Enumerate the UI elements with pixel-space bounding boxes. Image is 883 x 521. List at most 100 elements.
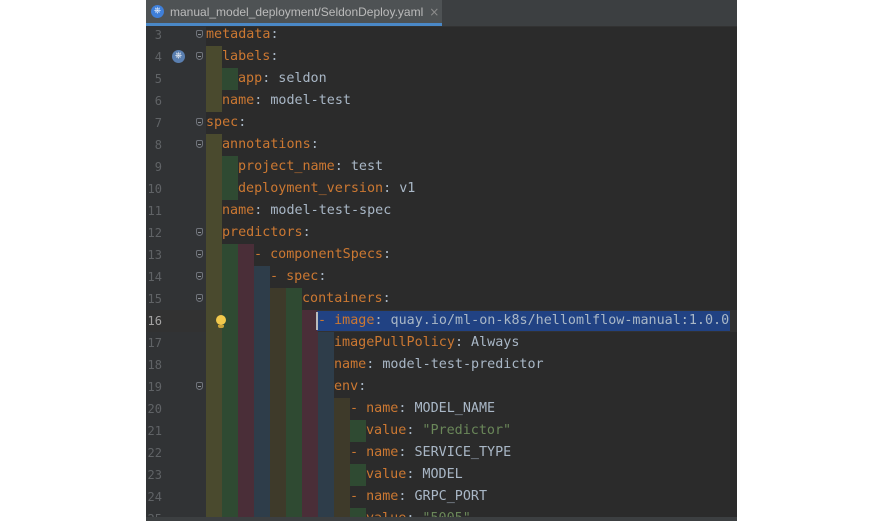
yaml-line-text: project_name: test [238, 156, 383, 178]
indent-guide [318, 376, 334, 398]
yaml-key: spec [206, 115, 239, 130]
code-line[interactable]: 15 containers: [146, 288, 737, 310]
yaml-line-text: predictors: [222, 222, 311, 244]
fold-icon[interactable] [196, 52, 203, 60]
yaml-line-text: metadata: [206, 24, 279, 46]
indent-guide [206, 156, 222, 178]
line-number: 17 [147, 336, 162, 350]
yaml-line-text: name: model-test-spec [222, 200, 391, 222]
indent-guide [270, 332, 286, 354]
indent-guide [302, 332, 318, 354]
yaml-colon: : [270, 49, 279, 64]
yaml-line-text: - spec: [270, 266, 326, 288]
indent-guide [206, 354, 222, 376]
yaml-colon: : [238, 115, 247, 130]
line-number: 3 [154, 28, 162, 42]
indent-guide [270, 354, 286, 376]
fold-icon[interactable] [196, 250, 203, 258]
yaml-key: name [366, 445, 399, 460]
code-line[interactable]: 12 predictors: [146, 222, 737, 244]
indent-guide [270, 310, 286, 332]
yaml-key: image [334, 313, 375, 328]
yaml-colon: : [374, 313, 383, 328]
line-number: 18 [147, 358, 162, 372]
code-line[interactable]: 21 value: "Predictor" [146, 420, 737, 442]
code-line[interactable]: 17 imagePullPolicy: Always [146, 332, 737, 354]
code-line[interactable]: 13 - componentSpecs: [146, 244, 737, 266]
code-line[interactable]: 10 deployment_version: v1 [146, 178, 737, 200]
line-number: 24 [147, 490, 162, 504]
code-line[interactable]: 8 annotations: [146, 134, 737, 156]
indent-guide [206, 90, 222, 112]
indent-guide [206, 68, 222, 90]
yaml-key: name [366, 401, 399, 416]
line-number: 14 [147, 270, 162, 284]
fold-icon[interactable] [196, 272, 203, 280]
indent-guide [350, 420, 366, 442]
yaml-line-text: - name: SERVICE_TYPE [350, 442, 511, 464]
indent-guide [238, 420, 254, 442]
indent-guide [254, 442, 270, 464]
yaml-colon: : [454, 335, 463, 350]
code-line[interactable]: 19 env: [146, 376, 737, 398]
code-line[interactable]: 18 name: model-test-predictor [146, 354, 737, 376]
indent-guide [238, 486, 254, 508]
yaml-colon: : [270, 27, 279, 42]
indent-guide [270, 464, 286, 486]
kubernetes-resource-icon[interactable]: ⎈ [172, 50, 185, 63]
editor-tab[interactable]: ⎈ manual_model_deployment/SeldonDeploy.y… [146, 0, 442, 26]
code-line[interactable]: 7 spec: [146, 112, 737, 134]
fold-icon[interactable] [196, 228, 203, 236]
yaml-key: value [366, 423, 407, 438]
code-area[interactable]: 3 metadata: 4 labels: ⎈ 5 app: seldon 6 name: mo… [146, 26, 737, 521]
indent-guide [238, 266, 254, 288]
indent-guide [206, 442, 222, 464]
code-line[interactable]: 3 metadata: [146, 24, 737, 46]
yaml-key: value [366, 467, 407, 482]
line-number: 23 [147, 468, 162, 482]
indent-guide [206, 46, 222, 68]
code-line[interactable]: 4 labels: ⎈ [146, 46, 737, 68]
fold-icon[interactable] [196, 30, 203, 38]
close-icon[interactable]: × [429, 5, 439, 19]
indent-guide [270, 420, 286, 442]
code-editor[interactable]: ⎈ manual_model_deployment/SeldonDeploy.y… [146, 0, 737, 521]
yaml-list-dash: - [270, 269, 287, 284]
yaml-value: quay.io/ml-on-k8s/hellomlflow-manual:1.0… [382, 313, 730, 328]
line-number: 12 [147, 226, 162, 240]
code-line[interactable]: 23 value: MODEL [146, 464, 737, 486]
fold-icon[interactable] [196, 382, 203, 390]
indent-guide [270, 376, 286, 398]
line-number: 4 [154, 50, 162, 64]
indent-guide [206, 332, 222, 354]
indent-guide [206, 134, 222, 156]
code-line[interactable]: 11 name: model-test-spec [146, 200, 737, 222]
code-line[interactable]: 14 - spec: [146, 266, 737, 288]
line-number: 15 [147, 292, 162, 306]
yaml-value: Always [463, 335, 520, 350]
code-line[interactable]: 5 app: seldon [146, 68, 737, 90]
fold-icon[interactable] [196, 140, 203, 148]
fold-icon[interactable] [196, 294, 203, 302]
indent-guide [222, 156, 238, 178]
code-line[interactable]: 22 - name: SERVICE_TYPE [146, 442, 737, 464]
yaml-value: model-test-predictor [374, 357, 544, 372]
code-line[interactable]: 9 project_name: test [146, 156, 737, 178]
indent-guide [254, 486, 270, 508]
yaml-line-text: - componentSpecs: [254, 244, 391, 266]
lightbulb-icon[interactable] [215, 315, 227, 329]
indent-guide [222, 420, 238, 442]
indent-guide [302, 464, 318, 486]
line-number: 19 [147, 380, 162, 394]
indent-guide [286, 354, 302, 376]
indent-guide [206, 244, 222, 266]
indent-guide [334, 486, 350, 508]
indent-guide [238, 398, 254, 420]
horizontal-scrollbar[interactable] [146, 517, 737, 521]
fold-icon[interactable] [196, 118, 203, 126]
line-number: 8 [154, 138, 162, 152]
code-line[interactable]: 6 name: model-test [146, 90, 737, 112]
code-line[interactable]: 16 - image: quay.io/ml-on-k8s/hellomlflow… [146, 310, 737, 332]
code-line[interactable]: 24 - name: GRPC_PORT [146, 486, 737, 508]
code-line[interactable]: 20 - name: MODEL_NAME [146, 398, 737, 420]
